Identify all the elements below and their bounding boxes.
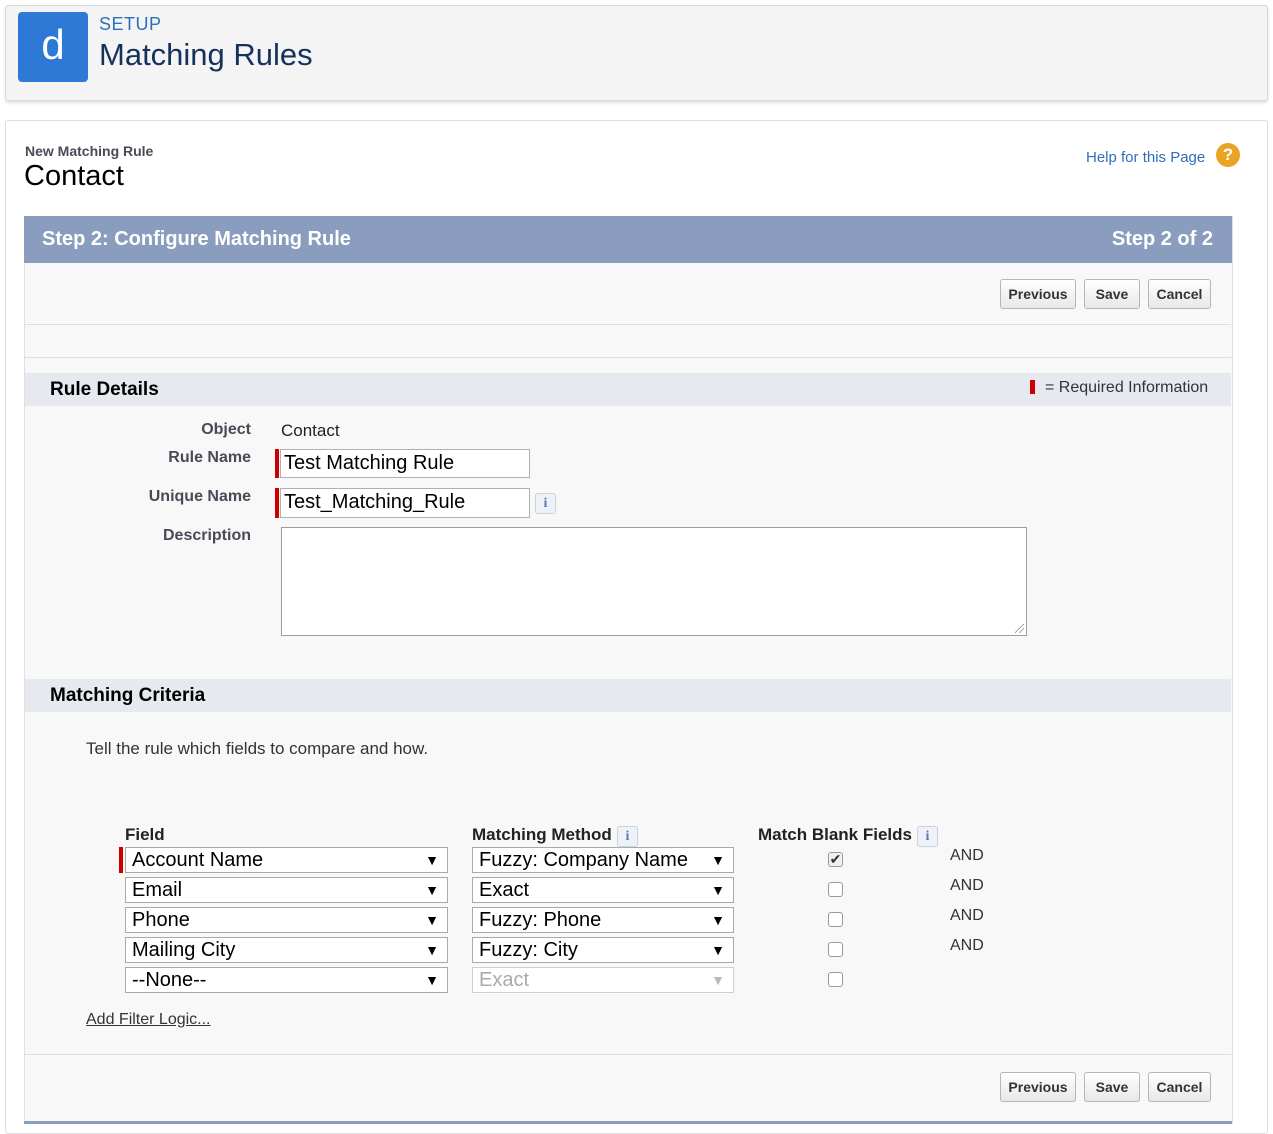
required-marker: [1030, 380, 1035, 394]
logic-operator: AND: [950, 937, 984, 954]
dropdown-arrow-icon: ▼: [711, 972, 725, 988]
select-value: Fuzzy: Phone: [479, 909, 602, 931]
unique-name-input[interactable]: Test_Matching_Rule: [280, 488, 530, 518]
help-link[interactable]: Help for this Page: [1086, 149, 1205, 166]
dropdown-arrow-icon: ▼: [425, 942, 439, 958]
field-select[interactable]: Email ▼: [125, 877, 448, 903]
object-label: Object: [201, 421, 251, 438]
dropdown-arrow-icon: ▼: [711, 882, 725, 898]
select-value: Phone: [132, 909, 190, 931]
select-value: Exact: [479, 969, 530, 991]
field-select[interactable]: Phone ▼: [125, 907, 448, 933]
breadcrumb: New Matching Rule: [25, 143, 154, 159]
unique-name-label: Unique Name: [148, 488, 251, 505]
info-icon[interactable]: i: [917, 826, 938, 847]
info-icon[interactable]: i: [535, 493, 556, 514]
divider: [25, 1054, 1231, 1055]
divider: [25, 357, 1231, 358]
dropdown-arrow-icon: ▼: [425, 882, 439, 898]
required-info-text: = Required Information: [1045, 379, 1209, 396]
select-value: Email: [132, 879, 183, 901]
block-bottom-border: [24, 1121, 1232, 1124]
dropdown-arrow-icon: ▼: [425, 972, 439, 988]
select-value: Fuzzy: City: [479, 939, 578, 961]
help-icon[interactable]: ?: [1216, 143, 1240, 167]
app-logo-icon: d: [18, 12, 88, 82]
field-column-header: Field: [125, 825, 165, 844]
resize-handle-icon[interactable]: [1015, 624, 1024, 633]
match-blank-checkbox[interactable]: [828, 912, 843, 927]
rule-details-title: Rule Details: [50, 379, 159, 400]
matching-method-select[interactable]: Fuzzy: Company Name ▼: [472, 847, 734, 873]
previous-button[interactable]: Previous: [1000, 279, 1076, 309]
match-blank-checkbox[interactable]: ✔: [828, 852, 843, 867]
page-title: Matching Rules: [99, 37, 313, 72]
select-value: Fuzzy: Company Name: [479, 849, 688, 871]
rule-name-label: Rule Name: [168, 449, 251, 466]
logic-operator: AND: [950, 847, 984, 864]
save-button[interactable]: Save: [1084, 1072, 1140, 1102]
divider: [25, 324, 1231, 325]
matching-method-select: Exact ▼: [472, 967, 734, 993]
match-blank-checkbox[interactable]: [828, 942, 843, 957]
required-marker: [119, 847, 123, 873]
object-title: Contact: [24, 160, 124, 192]
info-icon[interactable]: i: [617, 826, 638, 847]
select-value: Mailing City: [132, 939, 236, 961]
criteria-instructions: Tell the rule which fields to compare an…: [86, 739, 429, 758]
dropdown-arrow-icon: ▼: [711, 852, 725, 868]
required-marker: [275, 488, 279, 518]
matching-method-column-header: Matching Method: [472, 825, 612, 844]
cancel-button[interactable]: Cancel: [1148, 279, 1211, 309]
save-button[interactable]: Save: [1084, 279, 1140, 309]
dropdown-arrow-icon: ▼: [711, 912, 725, 928]
field-select[interactable]: Mailing City ▼: [125, 937, 448, 963]
match-blank-fields-column-header: Match Blank Fields: [758, 825, 912, 844]
cancel-button[interactable]: Cancel: [1148, 1072, 1211, 1102]
select-value: Account Name: [132, 849, 264, 871]
matching-method-select[interactable]: Fuzzy: City ▼: [472, 937, 734, 963]
match-blank-checkbox[interactable]: [828, 882, 843, 897]
matching-criteria-header: [25, 679, 1231, 712]
matching-method-select[interactable]: Fuzzy: Phone ▼: [472, 907, 734, 933]
field-select[interactable]: --None-- ▼: [125, 967, 448, 993]
select-value: Exact: [479, 879, 530, 901]
header-section-label: SETUP: [99, 14, 162, 34]
step-count: Step 2 of 2: [1111, 228, 1213, 250]
add-filter-logic-link[interactable]: Add Filter Logic...: [86, 1011, 211, 1029]
required-marker: [275, 449, 279, 478]
description-textarea[interactable]: [281, 527, 1027, 636]
dropdown-arrow-icon: ▼: [425, 852, 439, 868]
rule-name-input[interactable]: Test Matching Rule: [280, 449, 530, 478]
previous-button[interactable]: Previous: [1000, 1072, 1076, 1102]
select-value: --None--: [132, 969, 207, 991]
logic-operator: AND: [950, 877, 984, 894]
match-blank-checkbox[interactable]: [828, 972, 843, 987]
dropdown-arrow-icon: ▼: [425, 912, 439, 928]
matching-criteria-title: Matching Criteria: [50, 685, 206, 706]
description-label: Description: [162, 527, 251, 544]
object-value: Contact: [281, 421, 340, 440]
dropdown-arrow-icon: ▼: [711, 942, 725, 958]
logic-operator: AND: [950, 907, 984, 924]
step-title: Step 2: Configure Matching Rule: [42, 228, 351, 250]
field-select[interactable]: Account Name ▼: [125, 847, 448, 873]
matching-method-select[interactable]: Exact ▼: [472, 877, 734, 903]
